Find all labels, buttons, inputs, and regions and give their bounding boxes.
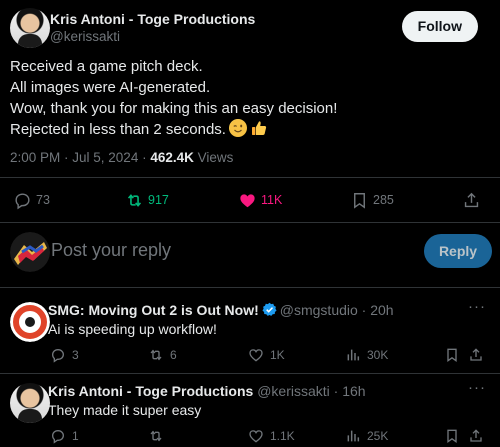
share-icon: [470, 429, 482, 442]
post-action-bar: 73 917 11K 285: [0, 188, 500, 212]
post-text-line: Wow, thank you for making this an easy d…: [10, 100, 338, 117]
like-count: 11K: [261, 193, 283, 207]
reply-count: 73: [36, 193, 50, 207]
bookmark-action[interactable]: 285: [350, 188, 394, 212]
reply-avatar[interactable]: [10, 302, 50, 342]
author-name[interactable]: Kris Antoni - Toge Productions: [50, 11, 255, 27]
thumbs-up-icon: [250, 119, 268, 137]
follow-button[interactable]: Follow: [401, 11, 478, 42]
divider: [0, 287, 500, 288]
share-action[interactable]: [468, 346, 490, 364]
views-action[interactable]: 25K: [345, 427, 388, 445]
bookmark-action[interactable]: [444, 427, 466, 445]
reply-count: 3: [72, 348, 79, 362]
heart-icon: [249, 430, 263, 443]
repost-icon: [150, 349, 162, 361]
views-count[interactable]: 462.4K: [150, 150, 194, 165]
repost-action[interactable]: 917: [125, 188, 169, 212]
reply-avatar[interactable]: [10, 383, 50, 423]
divider: [0, 177, 500, 178]
verified-badge-icon: [262, 302, 277, 317]
reply-author-handle[interactable]: @smgstudio: [280, 302, 358, 318]
like-action[interactable]: 1.1K: [248, 427, 295, 445]
reply-text: Ai is speeding up workflow!: [48, 321, 217, 337]
share-action[interactable]: [468, 427, 490, 445]
heart-filled-icon: [240, 193, 255, 207]
bookmark-icon: [447, 429, 457, 443]
reply-icon: [15, 192, 30, 209]
reply-text: They made it super easy: [48, 402, 202, 418]
analytics-icon: [347, 430, 360, 442]
like-action[interactable]: 1K: [248, 346, 285, 364]
divider: [0, 373, 500, 374]
composer-avatar: [10, 232, 50, 272]
repost-action[interactable]: [148, 427, 170, 445]
post-text-line-last: Rejected in less than 2 seconds.: [10, 119, 470, 140]
reply-input[interactable]: Post your reply: [51, 240, 171, 261]
post-text: Received a game pitch deck. All images w…: [10, 56, 470, 140]
reply-icon: [51, 348, 65, 363]
repost-icon: [150, 430, 162, 442]
bookmark-icon: [447, 348, 457, 362]
author-handle[interactable]: @kerissakti: [50, 29, 120, 44]
like-count: 1.1K: [270, 429, 295, 443]
reply-item[interactable]: SMG: Moving Out 2 is Out Now! @smgstudio …: [0, 296, 500, 376]
more-options-icon[interactable]: ···: [468, 298, 486, 315]
like-action[interactable]: 11K: [238, 188, 282, 212]
bookmark-count: 285: [373, 193, 394, 207]
reply-timestamp[interactable]: · 20h: [358, 302, 394, 318]
reply-action[interactable]: 73: [13, 188, 50, 212]
post-text-line: Received a game pitch deck.: [10, 58, 203, 75]
repost-count: 917: [148, 193, 169, 207]
bookmark-icon: [354, 192, 365, 209]
views-label: Views: [193, 150, 234, 165]
reply-action-bar: 1 1.1K 25K: [0, 427, 500, 445]
more-options-icon[interactable]: ···: [468, 379, 486, 396]
views-count: 30K: [367, 348, 389, 362]
post-meta: 2:00 PM · Jul 5, 2024 · 462.4K Views: [10, 150, 233, 165]
reply-item[interactable]: Kris Antoni - Toge Productions @kerissak…: [0, 378, 500, 447]
reply-icon: [51, 429, 65, 444]
author-avatar[interactable]: [10, 8, 50, 48]
repost-action[interactable]: 6: [148, 346, 177, 364]
post-timestamp[interactable]: 2:00 PM · Jul 5, 2024 ·: [10, 150, 150, 165]
views-action[interactable]: 30K: [345, 346, 388, 364]
bookmark-action[interactable]: [444, 346, 466, 364]
reply-action[interactable]: 3: [50, 346, 79, 364]
share-icon: [470, 348, 482, 361]
reply-action[interactable]: 1: [50, 427, 79, 445]
repost-count: 6: [170, 348, 177, 362]
share-action[interactable]: [462, 188, 485, 212]
reply-author-name[interactable]: SMG: Moving Out 2 is Out Now!: [48, 302, 259, 318]
divider: [0, 222, 500, 223]
reply-header: SMG: Moving Out 2 is Out Now! @smgstudio …: [48, 302, 394, 318]
reply-action-bar: 3 6 1K 30K: [0, 346, 500, 364]
post-text-line: Rejected in less than 2 seconds.: [10, 121, 226, 138]
post-header: Kris Antoni - Toge Productions @kerissak…: [10, 8, 490, 48]
reply-timestamp[interactable]: · 16h: [330, 383, 366, 399]
share-icon: [464, 192, 479, 207]
views-count: 25K: [367, 429, 389, 443]
post-text-line: All images were AI-generated.: [10, 79, 211, 96]
like-count: 1K: [270, 348, 285, 362]
winking-face-icon: [228, 119, 247, 137]
reply-header: Kris Antoni - Toge Productions @kerissak…: [48, 383, 366, 399]
heart-icon: [249, 349, 263, 362]
analytics-icon: [347, 349, 360, 361]
reply-author-handle[interactable]: @kerissakti: [257, 383, 330, 399]
reply-author-name[interactable]: Kris Antoni - Toge Productions: [48, 383, 253, 399]
repost-icon: [127, 193, 142, 207]
reply-button[interactable]: Reply: [424, 234, 492, 268]
reply-count: 1: [72, 429, 79, 443]
